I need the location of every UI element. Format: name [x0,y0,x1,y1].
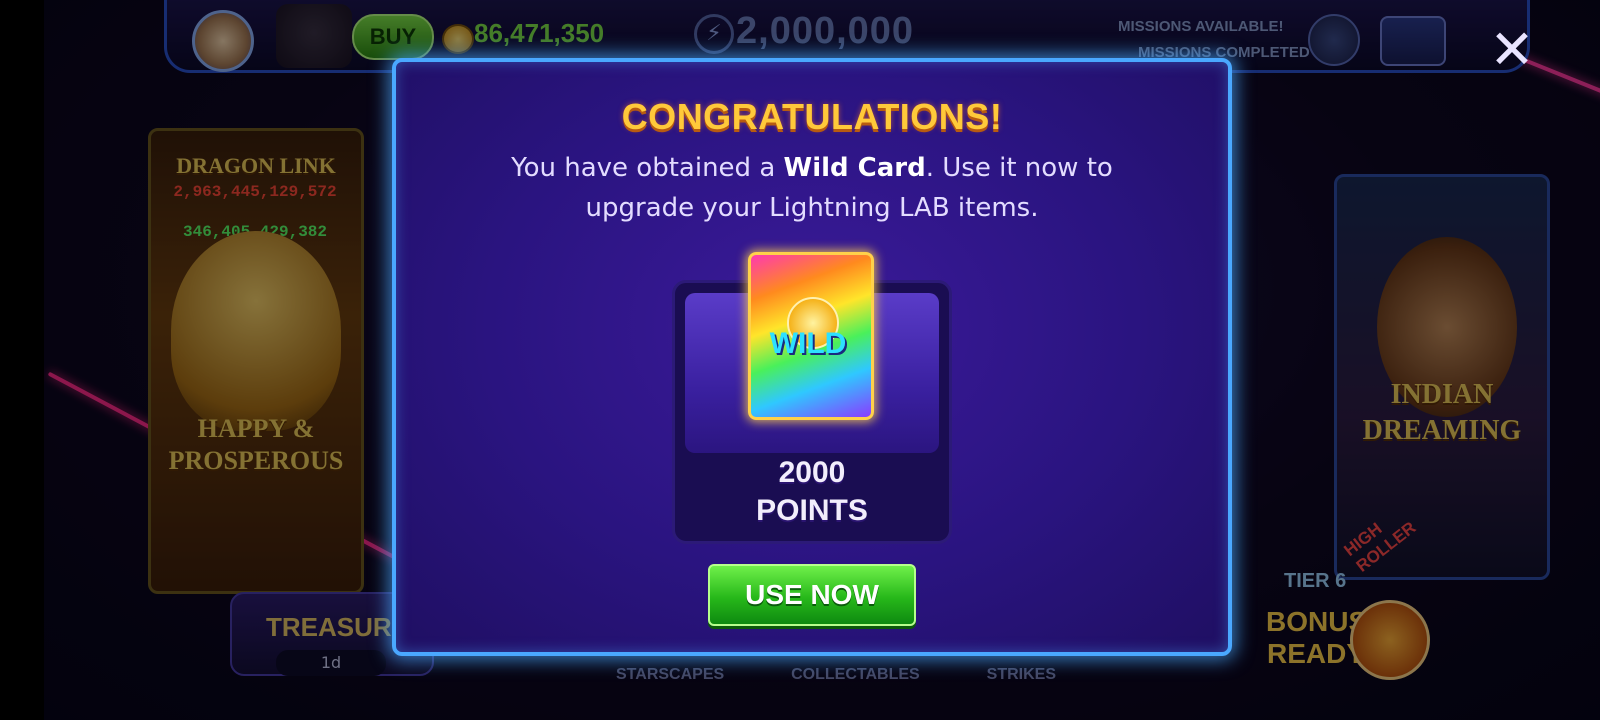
wild-card-label: WILD [769,327,847,360]
congratulations-modal: CONGRATULATIONS! You have obtained a Wil… [392,58,1232,656]
use-now-button[interactable]: USE NOW [708,564,916,626]
points-unit: POINTS [756,494,868,527]
close-icon[interactable]: ✕ [1486,23,1538,77]
message-highlight: Wild Card [783,153,926,183]
screen-edge [0,0,44,720]
message-text: You have obtained a [511,153,784,183]
points-value: 2000 [778,456,846,489]
modal-message: You have obtained a Wild Card. Use it no… [496,148,1128,228]
wild-card-icon: WILD [748,252,874,420]
modal-title: CONGRATULATIONS! [621,96,1003,137]
points-reward: 2000 POINTS [672,454,952,530]
